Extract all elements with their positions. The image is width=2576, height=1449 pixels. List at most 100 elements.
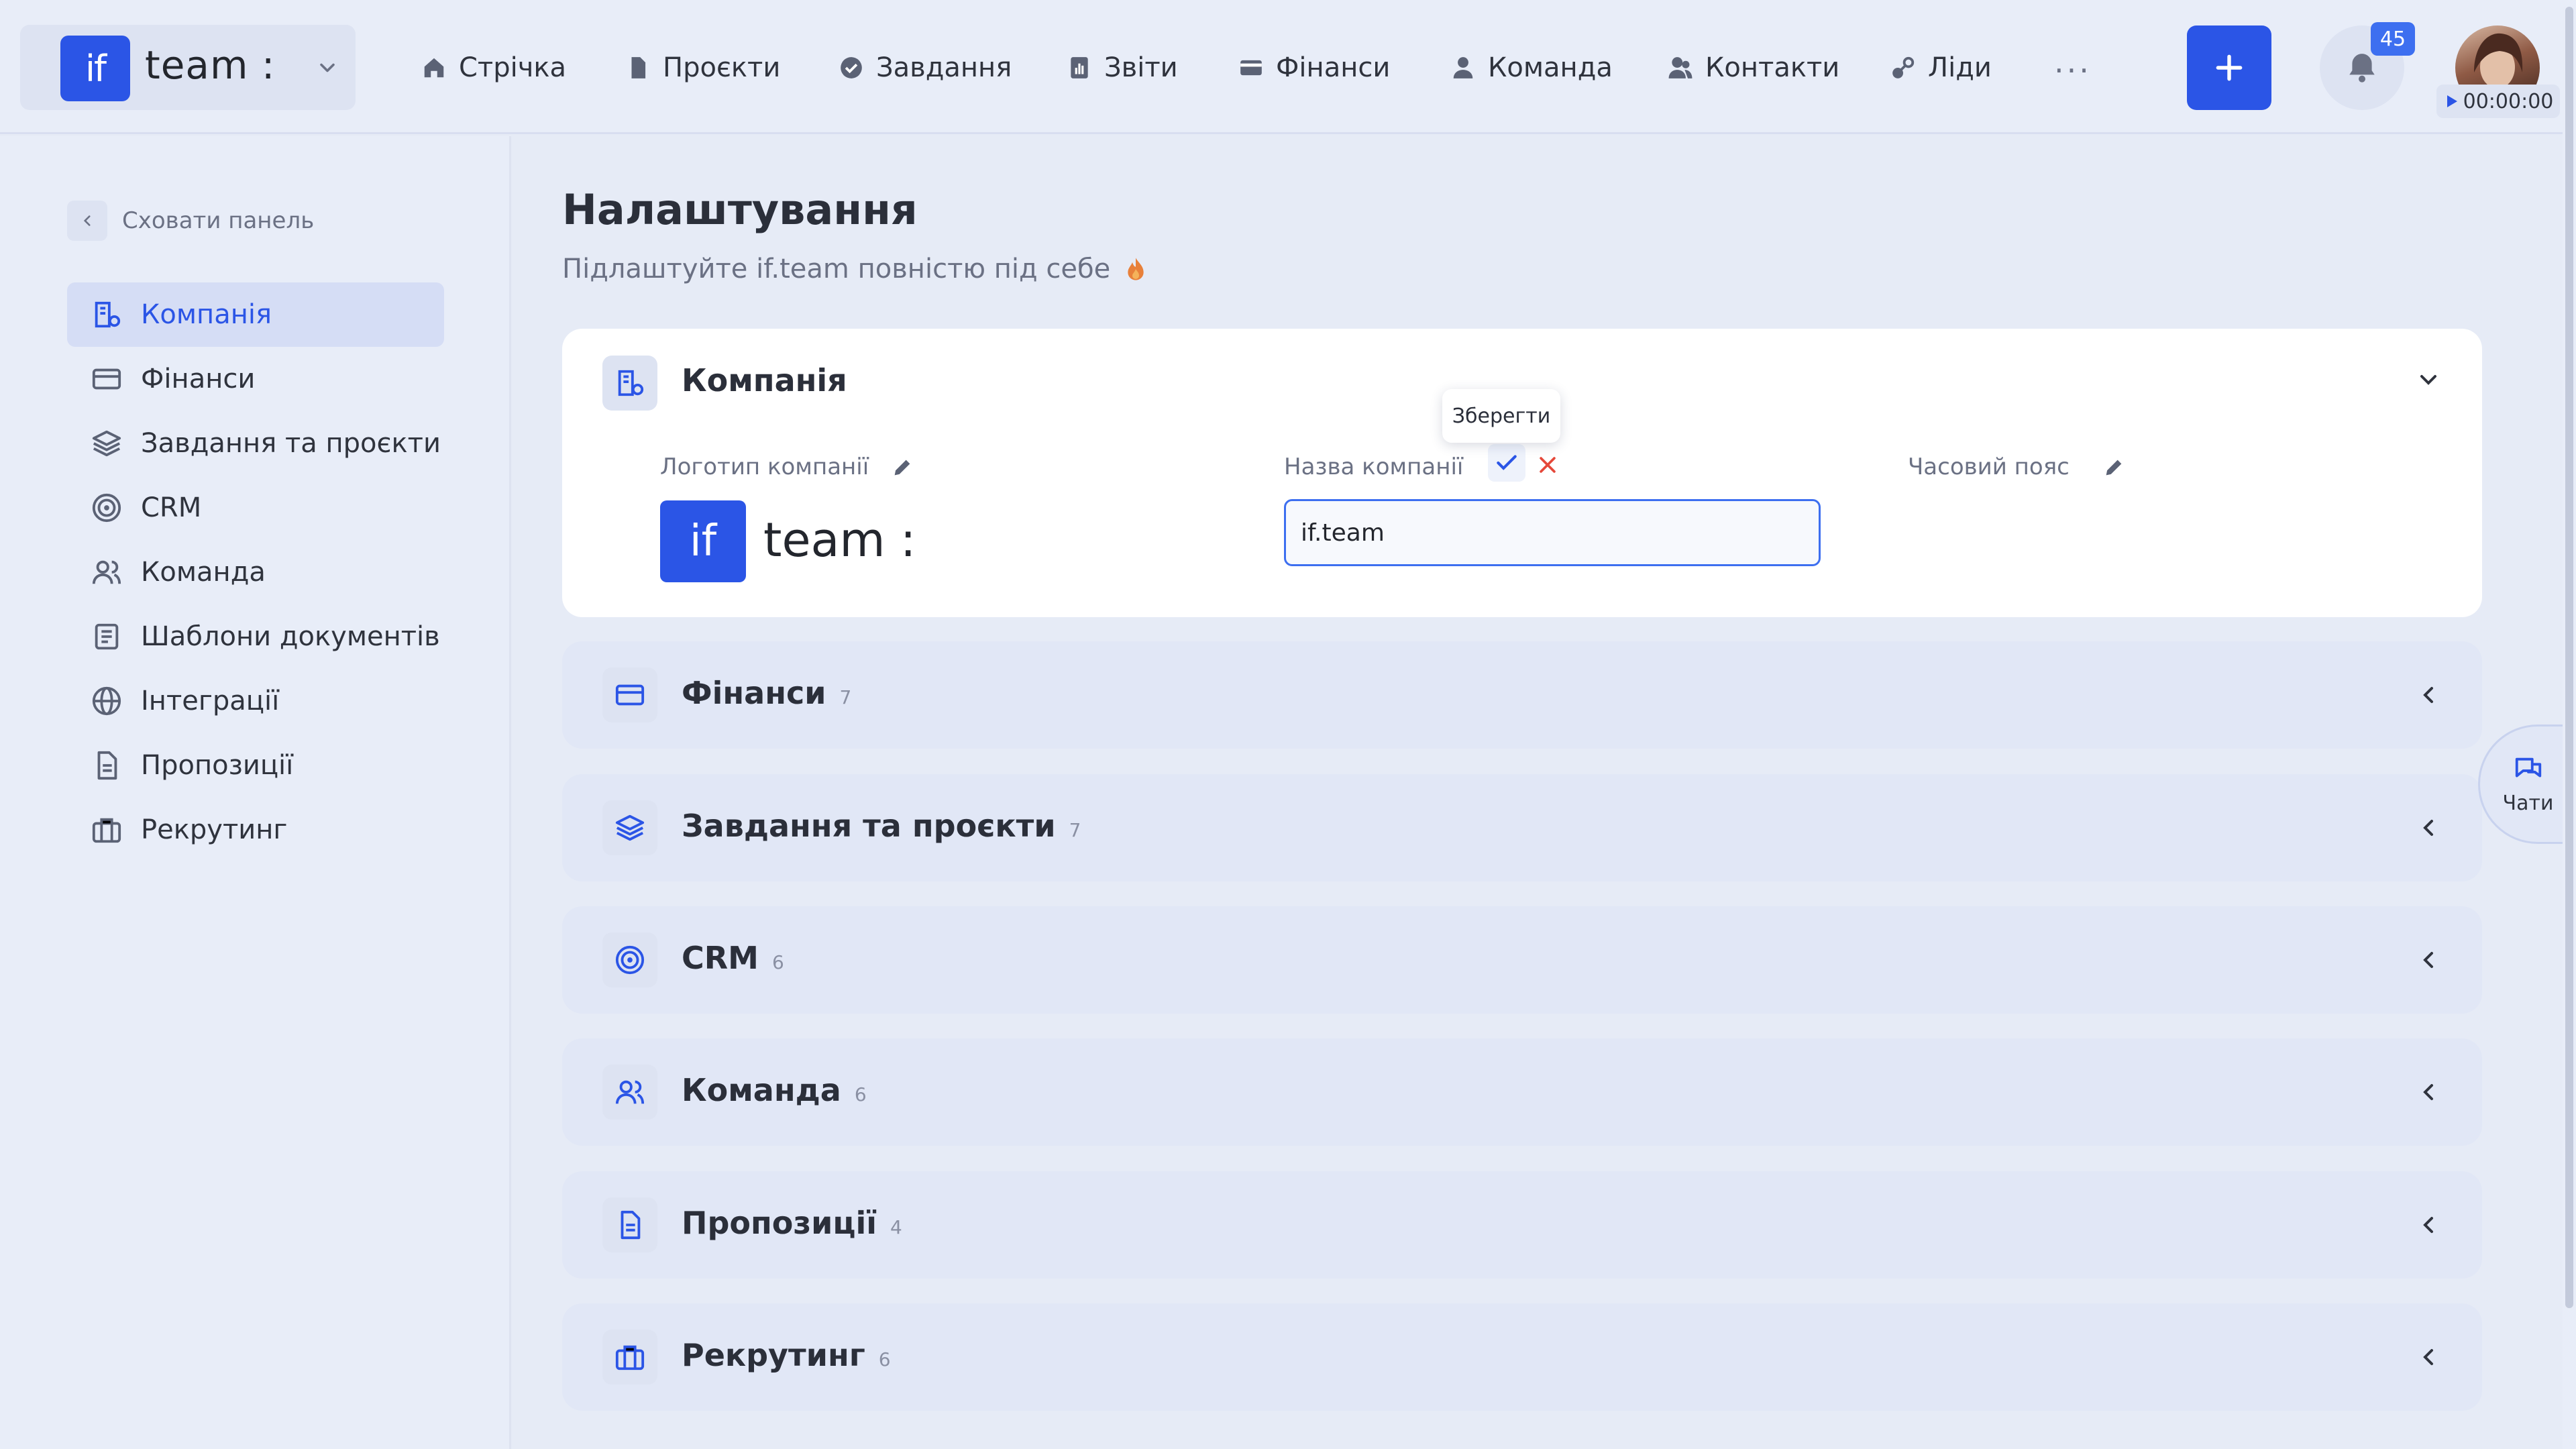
nav-item-leads[interactable]: Ліди [1890, 47, 1992, 89]
company-name-label: Назва компанії [1284, 453, 1464, 480]
nav-item-finance[interactable]: Фінанси [1238, 47, 1390, 89]
company-name-input[interactable] [1284, 499, 1821, 566]
layers-icon [91, 428, 122, 459]
timezone-label: Часовий пояс [1908, 453, 2070, 480]
more-menu-button[interactable]: ··· [2054, 52, 2092, 89]
nav-item-projects[interactable]: Проєкти [625, 47, 780, 89]
contacts-icon [1668, 55, 1693, 80]
sidebar-item-label: Завдання та проєкти [141, 428, 441, 459]
section-tasks-projects[interactable]: Завдання та проєкти 7 [562, 774, 2482, 881]
sidebar-item-label: Команда [141, 557, 266, 588]
save-button[interactable] [1488, 444, 1525, 482]
document-icon [91, 750, 122, 781]
team-icon [602, 1065, 657, 1120]
sidebar-item-label: Фінанси [141, 364, 256, 394]
sidebar-item-finance[interactable]: Фінанси [67, 347, 444, 411]
sidebar-item-label: CRM [141, 492, 202, 523]
company-icon [602, 356, 657, 411]
target-icon [91, 492, 122, 523]
section-count: 7 [1069, 819, 1081, 841]
chevron-left-icon [2415, 1344, 2442, 1371]
target-icon [602, 932, 657, 987]
chevron-left-icon [2415, 682, 2442, 708]
briefcase-icon [602, 1330, 657, 1385]
create-button[interactable] [2187, 25, 2271, 110]
check-circle-icon [839, 55, 864, 80]
section-title: Рекрутинг 6 [682, 1337, 891, 1373]
file-icon [625, 55, 651, 80]
check-icon [1494, 450, 1519, 476]
sidebar-item-label: Рекрутинг [141, 814, 288, 845]
wallet-icon [1238, 55, 1264, 80]
sidebar-item-proposals[interactable]: Пропозиції [67, 733, 444, 798]
page-subtitle-text: Підлаштуйте if.team повністю під себе [562, 254, 1111, 284]
chevron-down-icon [315, 56, 339, 80]
sidebar-item-team[interactable]: Команда [67, 540, 444, 604]
section-finance[interactable]: Фінанси 7 [562, 641, 2482, 749]
sidebar-item-doc-templates[interactable]: Шаблони документів [67, 604, 444, 669]
chat-icon [2513, 754, 2544, 785]
chevron-left-icon [67, 201, 107, 241]
nav-item-team[interactable]: Команда [1450, 47, 1613, 89]
sidebar-item-recruiting[interactable]: Рекрутинг [67, 798, 444, 862]
card-icon [91, 364, 122, 394]
section-count: 4 [890, 1216, 902, 1238]
nav-item-feed[interactable]: Стрічка [421, 47, 566, 89]
chevron-down-icon[interactable] [2415, 366, 2442, 393]
section-title: Фінанси 7 [682, 675, 852, 711]
section-recruiting[interactable]: Рекрутинг 6 [562, 1303, 2482, 1411]
nav-item-reports[interactable]: Звіти [1067, 47, 1178, 89]
edit-logo-icon[interactable] [891, 456, 914, 479]
sidebar-item-label: Шаблони документів [141, 621, 440, 652]
sidebar-item-tasks-projects[interactable]: Завдання та проєкти [67, 411, 444, 476]
hide-panel-button[interactable]: Сховати панель [67, 201, 314, 241]
section-crm[interactable]: CRM 6 [562, 906, 2482, 1014]
sidebar-item-crm[interactable]: CRM [67, 476, 444, 540]
chats-label: Чати [2502, 791, 2554, 815]
company-logo: if [660, 500, 746, 582]
user-icon [1450, 55, 1476, 80]
scrollbar-thumb[interactable] [2565, 7, 2573, 1308]
page-subtitle: Підлаштуйте if.team повністю під себе [562, 254, 1149, 284]
team-icon [91, 557, 122, 588]
nav-item-label: Ліди [1928, 52, 1992, 83]
sidebar-item-label: Інтеграції [141, 686, 280, 716]
chevron-left-icon [2415, 814, 2442, 841]
card-icon [602, 667, 657, 722]
company-logo-name: team : [763, 513, 916, 568]
template-icon [91, 621, 122, 652]
bell-icon [2345, 51, 2379, 85]
plus-icon [2212, 51, 2246, 85]
hide-panel-label: Сховати панель [122, 207, 315, 234]
section-team[interactable]: Команда 6 [562, 1038, 2482, 1146]
nav-item-contacts[interactable]: Контакти [1668, 47, 1839, 89]
cancel-button[interactable] [1536, 453, 1559, 476]
section-count: 7 [839, 686, 852, 708]
edit-timezone-icon[interactable] [2102, 456, 2125, 479]
company-card-title: Компанія [682, 362, 847, 398]
play-icon [2443, 93, 2459, 109]
nav-item-tasks[interactable]: Завдання [839, 47, 1012, 89]
section-title: Пропозиції 4 [682, 1205, 902, 1241]
chart-icon [1067, 55, 1092, 80]
time-tracker[interactable]: 00:00:00 [2436, 85, 2560, 118]
brand-name: team : [145, 42, 276, 88]
section-proposals[interactable]: Пропозиції 4 [562, 1171, 2482, 1279]
section-title: CRM 6 [682, 940, 784, 976]
fire-icon [1122, 256, 1149, 282]
section-count: 6 [878, 1348, 891, 1371]
nav-item-label: Звіти [1104, 52, 1178, 83]
chevron-left-icon [2415, 1212, 2442, 1238]
notifications-badge: 45 [2371, 22, 2415, 56]
company-settings-card: Компанія Логотип компанії if team : Назв… [562, 329, 2482, 617]
settings-sidebar: Сховати панель Компанія Фінанси Завдання… [0, 136, 511, 1449]
layers-icon [602, 800, 657, 855]
logo-label: Логотип компанії [660, 453, 869, 480]
sidebar-item-company[interactable]: Компанія [67, 282, 444, 347]
chats-button[interactable]: Чати [2478, 724, 2576, 844]
workspace-switcher[interactable]: if team : [20, 25, 356, 110]
chevron-left-icon [2415, 1079, 2442, 1106]
sidebar-item-integrations[interactable]: Інтеграції [67, 669, 444, 733]
timer-value: 00:00:00 [2463, 89, 2554, 113]
company-icon [91, 299, 122, 330]
